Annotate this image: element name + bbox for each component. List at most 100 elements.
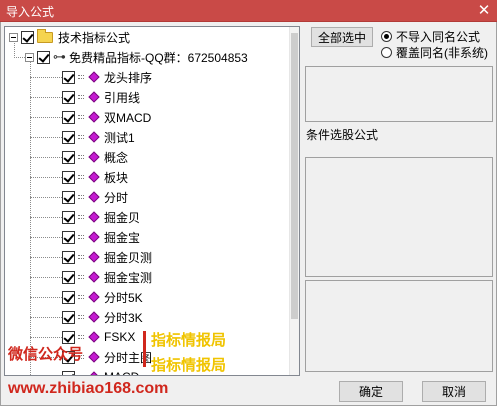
tree-item-checkbox[interactable]: [62, 90, 75, 104]
ok-button[interactable]: 确定: [339, 381, 403, 402]
watermark-tag-top: 指标情报局: [151, 332, 227, 349]
tree-item-checkbox[interactable]: [62, 210, 75, 224]
tree-item-dots: [78, 213, 86, 221]
tree-item-dots: [78, 113, 86, 121]
tree-connector: [30, 157, 62, 158]
tree-item-label: 掘金宝测: [104, 270, 153, 285]
formula-diamond-icon: [88, 71, 100, 83]
tree-item-checkbox[interactable]: [62, 190, 75, 204]
tree-item-dots: [78, 373, 86, 375]
tree-group-checkbox[interactable]: [37, 50, 50, 64]
tree-item-checkbox[interactable]: [62, 310, 75, 324]
tree-connector: [30, 77, 62, 78]
tree-item[interactable]: 分时5K: [62, 287, 143, 307]
tree-connector: [30, 197, 62, 198]
select-all-button[interactable]: 全部选中: [311, 27, 373, 47]
tree-item-checkbox[interactable]: [62, 230, 75, 244]
radio-no-import[interactable]: 不导入同名公式: [381, 28, 480, 45]
tree-connector: [14, 57, 25, 58]
tree-item-dots: [78, 173, 86, 181]
radio-no-import-dot[interactable]: [381, 31, 392, 42]
tree-item-label: 双MACD: [104, 110, 152, 125]
tree-item-label: 分时5K: [104, 290, 143, 305]
tree-root-checkbox[interactable]: [21, 30, 34, 44]
tree-item[interactable]: 分时: [62, 187, 128, 207]
tree-item-label: 板块: [104, 170, 129, 185]
tree-item-label: MACD: [104, 370, 139, 375]
tree-item[interactable]: 龙头排序: [62, 67, 152, 87]
tree-item-label: 分时3K: [104, 310, 143, 325]
title-bar: 导入公式 ✕: [0, 0, 497, 22]
tree-root[interactable]: 技术指标公式: [9, 27, 130, 47]
tree-item[interactable]: 双MACD: [62, 107, 151, 127]
watermark-url: www.zhibiao168.com: [8, 380, 169, 397]
tree-item-label: 测试1: [104, 130, 135, 145]
radio-overwrite[interactable]: 覆盖同名(非系统): [381, 44, 488, 61]
tree-item-dots: [78, 313, 86, 321]
tree-item-label: 引用线: [104, 90, 141, 105]
formula-diamond-icon: [88, 131, 100, 143]
condition-formula-label: 条件选股公式: [306, 128, 379, 142]
cancel-button[interactable]: 取消: [422, 381, 486, 402]
tree-item[interactable]: 掘金贝测: [62, 247, 152, 267]
close-icon[interactable]: ✕: [475, 2, 493, 20]
tree-item-dots: [78, 273, 86, 281]
watermark-divider: [143, 331, 146, 367]
tree-item-checkbox[interactable]: [62, 330, 75, 344]
formula-diamond-icon: [88, 211, 100, 223]
tree-item[interactable]: 板块: [62, 167, 128, 187]
tree-scrollbar[interactable]: [289, 27, 299, 375]
tree-item-checkbox[interactable]: [62, 170, 75, 184]
tree-item-checkbox[interactable]: [62, 150, 75, 164]
tree-item-checkbox[interactable]: [62, 270, 75, 284]
tree-item[interactable]: 掘金贝: [62, 207, 140, 227]
tree-item-checkbox[interactable]: [62, 70, 75, 84]
tree-root-label: 技术指标公式: [58, 30, 131, 45]
radio-overwrite-dot[interactable]: [381, 47, 392, 58]
tree-connector: [30, 237, 62, 238]
formula-diamond-icon: [88, 191, 100, 203]
tree-item[interactable]: 掘金宝测: [62, 267, 152, 287]
tree-item-dots: [78, 153, 86, 161]
condition-formula-pane: [305, 157, 493, 277]
tree-item-checkbox[interactable]: [62, 130, 75, 144]
tree-item-dots: [78, 93, 86, 101]
tree-item-label: 掘金贝测: [104, 250, 153, 265]
tree-item-checkbox[interactable]: [62, 290, 75, 304]
tree-connector: [30, 257, 62, 258]
tree-item-checkbox[interactable]: [62, 250, 75, 264]
tree-connector: [30, 297, 62, 298]
tree-item[interactable]: 引用线: [62, 87, 140, 107]
tree-scrollbar-thumb[interactable]: [291, 33, 298, 319]
tree-item-dots: [78, 133, 86, 141]
tree-item-label: 概念: [104, 150, 129, 165]
tree-item-label: 分时: [104, 190, 129, 205]
formula-diamond-icon: [88, 271, 100, 283]
tree-item[interactable]: 分时3K: [62, 307, 143, 327]
tree-item[interactable]: 测试1: [62, 127, 135, 147]
bottom-right-pane: [305, 280, 493, 372]
formula-diamond-icon: [88, 311, 100, 323]
radio-no-import-label: 不导入同名公式: [396, 30, 481, 44]
formula-tree[interactable]: 技术指标公式 ⊶ 免费精品指标-QQ群：672504853 龙头排序引用线双MACD 测…: [4, 26, 300, 376]
formula-diamond-icon: [88, 371, 100, 375]
tree-connector: [14, 41, 15, 58]
tree-connector: [30, 97, 62, 98]
tree-item[interactable]: 掘金宝: [62, 227, 140, 247]
formula-diamond-icon: [88, 231, 100, 243]
tree-item[interactable]: MACD: [62, 367, 139, 375]
formula-diamond-icon: [88, 151, 100, 163]
tree-item-label: 掘金贝: [104, 210, 141, 225]
tree-item-label: FSKX: [104, 330, 136, 344]
formula-diamond-icon: [88, 351, 100, 363]
tree-group[interactable]: ⊶ 免费精品指标-QQ群：672504853: [25, 47, 248, 67]
tree-item-checkbox[interactable]: [62, 370, 75, 375]
tree-item[interactable]: 概念: [62, 147, 128, 167]
radio-overwrite-label: 覆盖同名(非系统): [396, 46, 488, 60]
key-icon: ⊶: [53, 49, 66, 64]
formula-diamond-icon: [88, 331, 100, 343]
tree-connector: [30, 317, 62, 318]
tree-item-dots: [78, 73, 86, 81]
tree-item-checkbox[interactable]: [62, 110, 75, 124]
tree-connector: [30, 117, 62, 118]
